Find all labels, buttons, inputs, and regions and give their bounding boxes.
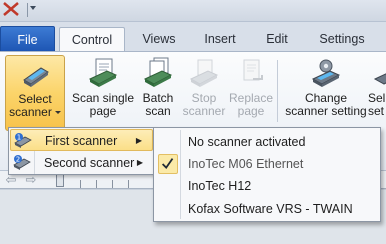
chevron-down-icon xyxy=(54,111,61,115)
app-close-icon[interactable] xyxy=(2,1,20,17)
batch-scan-label-1: Batch xyxy=(142,91,174,105)
batch-scan-icon xyxy=(143,57,173,87)
checkmark-icon xyxy=(158,154,178,174)
tab-settings[interactable]: Settings xyxy=(309,27,375,53)
menu-item-label: Second scanner xyxy=(44,156,135,170)
menu-item-second-scanner[interactable]: 2 Second scanner ▶ xyxy=(10,152,153,174)
svg-text:2: 2 xyxy=(16,156,20,164)
tab-insert[interactable]: Insert xyxy=(195,27,245,53)
select-scanner-button[interactable]: Select scanner xyxy=(5,55,65,131)
select-scanner-label-1: Select xyxy=(18,92,52,106)
replace-page-label-1: Replace xyxy=(228,91,274,105)
menu-item-no-scanner[interactable]: No scanner activated xyxy=(155,131,379,153)
ruler-handle[interactable] xyxy=(56,173,64,187)
tab-file[interactable]: File xyxy=(0,26,55,52)
ruler-tick xyxy=(80,180,81,188)
scan-single-page-button[interactable]: Scan single page xyxy=(70,55,136,127)
scanner-settings-icon xyxy=(311,59,341,87)
menu-item-label: Kofax Software VRS - TWAIN xyxy=(188,202,353,216)
tab-edit[interactable]: Edit xyxy=(258,27,296,53)
quick-access-toolbar xyxy=(0,0,386,22)
tab-control[interactable]: Control xyxy=(59,27,125,54)
change-scanner-setting-button[interactable]: Change scanner setting xyxy=(280,55,372,127)
ruler-tick xyxy=(96,180,97,188)
ribbon-tab-row: File Control Views Insert Edit Settings xyxy=(0,22,386,54)
menu-item-label: No scanner activated xyxy=(188,135,306,149)
batch-scan-button[interactable]: Batch scan xyxy=(138,55,178,127)
select-settings-button-partial[interactable]: Sel set xyxy=(368,55,386,127)
menu-item-inotec-m06[interactable]: InoTec M06 Ethernet xyxy=(155,153,379,175)
menu-item-first-scanner[interactable]: 1 First scanner ▶ xyxy=(10,129,153,151)
submenu-arrow-icon: ▶ xyxy=(135,136,142,145)
batch-scan-label-2: scan xyxy=(145,104,171,118)
toolbar-separator xyxy=(27,3,28,17)
arrow-right-icon[interactable]: ⇨ xyxy=(24,173,38,187)
menu-item-kofax-vrs[interactable]: Kofax Software VRS - TWAIN xyxy=(155,198,379,220)
menu-item-inotec-h12[interactable]: InoTec H12 xyxy=(155,175,379,197)
svg-text:1: 1 xyxy=(17,134,21,142)
scan-single-page-label-2: page xyxy=(89,104,117,118)
stop-scanner-icon xyxy=(189,59,219,87)
scanner-2-icon: 2 xyxy=(13,155,31,170)
replace-page-icon xyxy=(243,59,263,81)
menu-item-label: InoTec H12 xyxy=(188,179,252,193)
menu-item-label: InoTec M06 Ethernet xyxy=(188,157,304,171)
partial-button-label-2: set xyxy=(368,104,385,118)
stop-scanner-button[interactable]: Stop scanner xyxy=(182,55,226,127)
scanner-1-icon: 1 xyxy=(14,133,32,148)
select-scanner-label-2: scanner xyxy=(9,105,52,119)
replace-page-label-2: page xyxy=(237,104,265,118)
scanner-slot-menu: 1 First scanner ▶ 2 Second scanner ▶ xyxy=(8,127,155,175)
ruler-tick xyxy=(128,180,129,188)
change-scanner-setting-label-2: scanner setting xyxy=(285,104,367,118)
menu-item-label: First scanner xyxy=(45,134,118,148)
submenu-arrow-icon: ▶ xyxy=(136,158,143,167)
scan-single-page-icon xyxy=(88,58,118,87)
scan-single-page-label-1: Scan single xyxy=(71,91,135,105)
stop-scanner-label-1: Stop xyxy=(191,91,217,105)
scanner-list-submenu: No scanner activated InoTec M06 Ethernet… xyxy=(153,127,381,222)
partial-button-label-1: Sel xyxy=(368,91,386,105)
change-scanner-setting-label-1: Change xyxy=(304,91,348,105)
scanner-icon xyxy=(23,67,49,87)
ribbon-group-separator xyxy=(277,60,278,122)
stop-scanner-label-2: scanner xyxy=(182,104,226,118)
scanner-settings-icon xyxy=(373,73,386,85)
arrow-left-icon[interactable]: ⇦ xyxy=(4,173,18,187)
replace-page-button[interactable]: Replace page xyxy=(226,55,276,127)
customize-toolbar-dropdown-icon[interactable] xyxy=(30,6,36,10)
tab-views[interactable]: Views xyxy=(136,27,182,53)
ruler-tick xyxy=(112,180,113,188)
